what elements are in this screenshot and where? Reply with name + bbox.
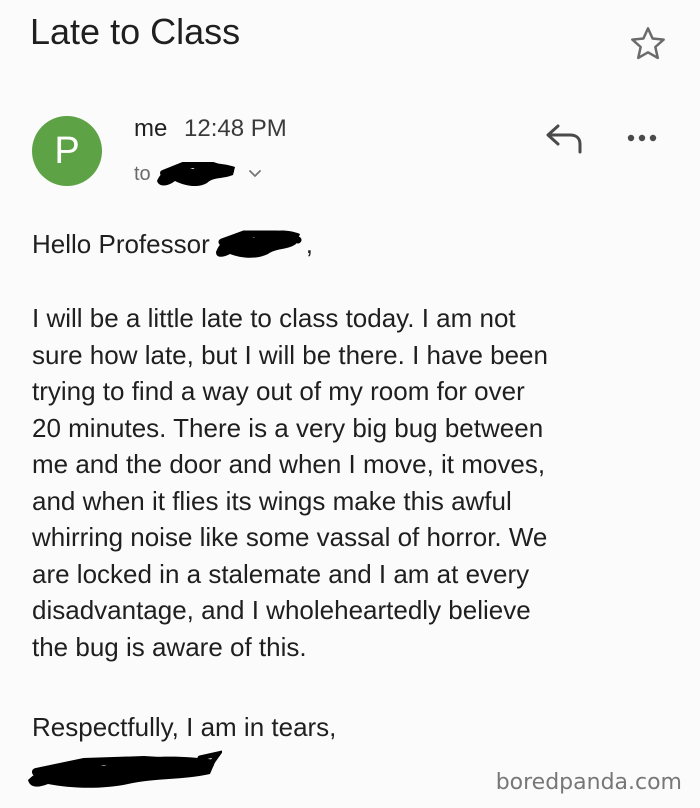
redacted-signature (28, 750, 222, 788)
email-signoff: Respectfully, I am in tears, (32, 712, 337, 742)
greeting-line: Hello Professor , (32, 226, 313, 262)
email-body: I will be a little late to class today. … (32, 300, 672, 665)
body-line: disadvantage, and I wholeheartedly belie… (32, 595, 531, 625)
star-icon[interactable] (628, 24, 668, 64)
to-label: to (134, 162, 151, 185)
chevron-down-icon[interactable] (247, 168, 263, 180)
sender-name: me (134, 115, 168, 142)
body-line: sure how late, but I will be there. I ha… (32, 339, 548, 370)
body-line: me and the door and when I move, it move… (32, 449, 546, 479)
sender-line: me 12:48 PM (134, 114, 287, 144)
body-line: the bug is aware of this. (32, 631, 307, 662)
greeting-comma: , (305, 229, 313, 259)
redacted-recipient (156, 162, 235, 187)
body-line: I will be a little late to class today. … (32, 303, 516, 333)
body-line: and when it flies its wings make this aw… (32, 485, 512, 516)
sender-avatar[interactable]: P (32, 116, 102, 186)
reply-icon[interactable] (542, 122, 586, 156)
recipient-details[interactable]: to (134, 160, 263, 188)
watermark: boredpanda.com (495, 770, 682, 795)
body-line: trying to find a way out of my room for … (32, 376, 525, 406)
greeting-text: Hello Professor (32, 229, 210, 259)
email-subject: Late to Class (30, 11, 241, 52)
sent-time: 12:48 PM (184, 115, 287, 142)
more-options-icon[interactable] (626, 132, 658, 144)
body-line: whirring noise like some vassal of horro… (32, 522, 548, 552)
body-line: 20 minutes. There is a very big bug betw… (32, 412, 544, 443)
redacted-professor-name (215, 230, 302, 258)
body-line: are locked in a stalemate and I am at ev… (32, 558, 530, 589)
